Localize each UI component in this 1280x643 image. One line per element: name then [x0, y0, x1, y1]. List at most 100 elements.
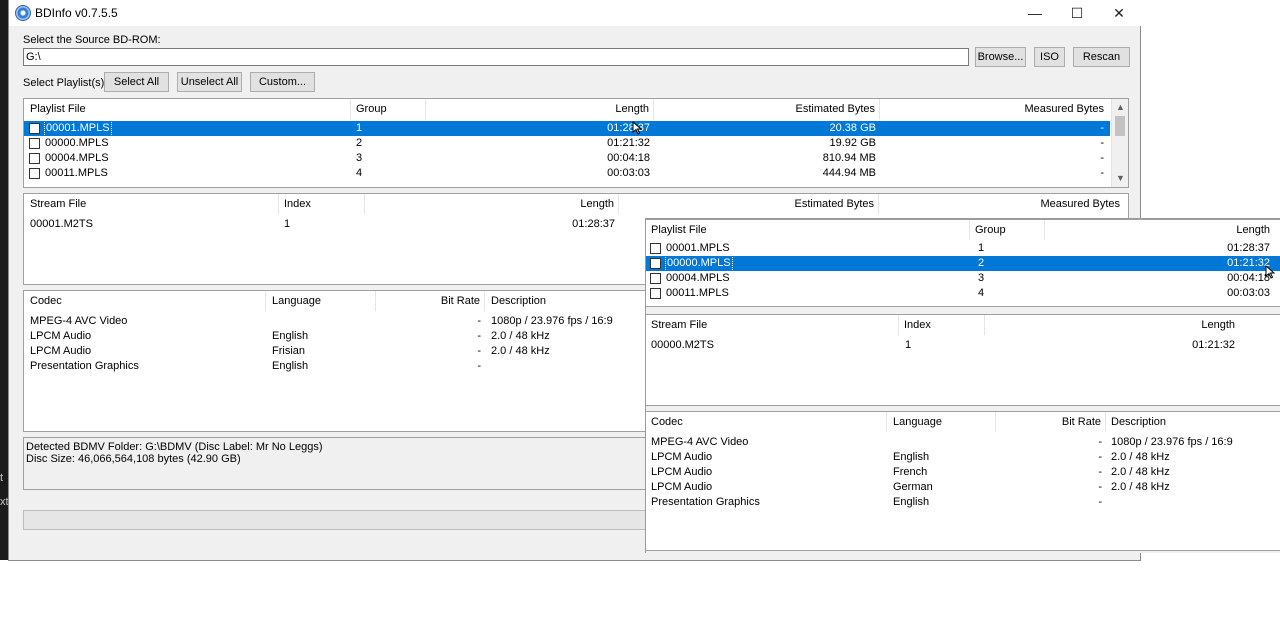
- col-bit-rate[interactable]: Bit Rate: [996, 412, 1106, 432]
- cursor-icon: [1265, 265, 1275, 279]
- cell-length: 01:28:37: [607, 122, 650, 134]
- col-codec[interactable]: Codec: [646, 412, 887, 432]
- cell-bitrate: -: [477, 345, 481, 357]
- cell-language: English: [893, 496, 930, 508]
- cell-codec: MPEG-4 AVC Video: [30, 315, 128, 327]
- table-row[interactable]: MPEG-4 AVC Video - 1080p / 23.976 fps / …: [646, 435, 1280, 450]
- table-row[interactable]: LPCM Audio English - 2.0 / 48 kHz: [646, 450, 1280, 465]
- row-checkbox[interactable]: [650, 243, 661, 254]
- cell-file: 00004.MPLS: [45, 152, 109, 164]
- select-all-button[interactable]: Select All: [104, 72, 169, 92]
- table-row[interactable]: 00000.MPLS 2 01:21:32 19.92 GB -: [24, 136, 1110, 151]
- close-button[interactable]: ✕: [1098, 0, 1140, 26]
- col-estimated-bytes[interactable]: Estimated Bytes: [654, 99, 880, 119]
- maximize-button[interactable]: ☐: [1056, 0, 1098, 26]
- cell-length: 01:21:32: [607, 137, 650, 149]
- custom-button[interactable]: Custom...: [250, 72, 315, 92]
- cell-description: 2.0 / 48 kHz: [1111, 466, 1170, 478]
- cell-length: 01:21:32: [1192, 339, 1235, 351]
- edge-label: t: [0, 472, 4, 484]
- cell-file: 00000.M2TS: [651, 339, 714, 351]
- col-playlist-file[interactable]: Playlist File: [646, 220, 970, 240]
- row-checkbox[interactable]: [650, 273, 661, 284]
- cell-file: 00011.MPLS: [45, 167, 108, 179]
- table-row[interactable]: LPCM Audio German - 2.0 / 48 kHz: [646, 480, 1280, 495]
- col-description[interactable]: Description: [1106, 412, 1276, 432]
- cell-est: 20.38 GB: [829, 122, 876, 134]
- cell-bitrate: -: [1098, 496, 1102, 508]
- rescan-button[interactable]: Rescan: [1073, 47, 1130, 67]
- cell-group: 2: [978, 257, 985, 269]
- col-language[interactable]: Language: [887, 412, 996, 432]
- row-checkbox[interactable]: [29, 153, 40, 164]
- minimize-button[interactable]: —: [1014, 0, 1056, 26]
- col-stream-file[interactable]: Stream File: [646, 315, 899, 335]
- table-row[interactable]: 00011.MPLS 4 00:03:03: [646, 286, 1280, 301]
- col-length[interactable]: Length: [365, 194, 619, 214]
- overlay-stream-table: Stream File Index Length 00000.M2TS 1 01…: [646, 314, 1280, 406]
- overlay-codec-table: Codec Language Bit Rate Description MPEG…: [646, 411, 1280, 551]
- table-row[interactable]: Presentation Graphics English -: [646, 495, 1280, 510]
- cell-file: 00001.MPLS: [44, 120, 112, 137]
- row-checkbox[interactable]: [29, 138, 40, 149]
- row-checkbox[interactable]: [29, 123, 40, 134]
- table-row[interactable]: 00001.MPLS 1 01:28:37 20.38 GB -: [24, 120, 1110, 137]
- cell-language: French: [893, 466, 928, 478]
- scroll-down-icon[interactable]: ▼: [1112, 170, 1128, 187]
- cursor-icon: [632, 121, 642, 135]
- unselect-all-button[interactable]: Unselect All: [177, 72, 242, 92]
- table-row[interactable]: 00001.MPLS 1 01:28:37: [646, 241, 1280, 256]
- iso-button[interactable]: ISO: [1034, 47, 1065, 67]
- cell-bitrate: -: [477, 330, 481, 342]
- playlist-scrollbar[interactable]: ▲ ▼: [1111, 99, 1128, 187]
- cell-meas: -: [1100, 152, 1104, 164]
- col-group[interactable]: Group: [970, 220, 1045, 240]
- col-bit-rate[interactable]: Bit Rate: [376, 291, 485, 311]
- cell-est: 444.94 MB: [822, 167, 876, 179]
- cell-codec: Presentation Graphics: [30, 360, 139, 372]
- cell-est: 810.94 MB: [822, 152, 876, 164]
- col-codec[interactable]: Codec: [24, 291, 266, 311]
- cell-description: 1080p / 23.976 fps / 16:9: [1111, 436, 1233, 448]
- cell-description: 1080p / 23.976 fps / 16:9: [491, 315, 613, 327]
- col-index[interactable]: Index: [279, 194, 365, 214]
- row-checkbox[interactable]: [29, 168, 40, 179]
- col-index[interactable]: Index: [899, 315, 985, 335]
- cell-description: 2.0 / 48 kHz: [491, 345, 550, 357]
- table-row[interactable]: 00000.MPLS 2 01:21:32: [646, 255, 1280, 272]
- scroll-thumb[interactable]: [1115, 116, 1125, 136]
- col-stream-file[interactable]: Stream File: [24, 194, 279, 214]
- table-row[interactable]: LPCM Audio French - 2.0 / 48 kHz: [646, 465, 1280, 480]
- table-row[interactable]: 00004.MPLS 3 00:04:18: [646, 271, 1280, 286]
- title-bar[interactable]: BDInfo v0.7.5.5 — ☐ ✕: [9, 0, 1142, 26]
- col-measured-bytes[interactable]: Measured Bytes: [879, 194, 1124, 214]
- cell-codec: Presentation Graphics: [651, 496, 760, 508]
- cell-group: 3: [978, 272, 985, 284]
- col-length[interactable]: Length: [985, 315, 1239, 335]
- col-language[interactable]: Language: [266, 291, 376, 311]
- cell-file: 00000.MPLS: [665, 255, 733, 272]
- cell-bitrate: -: [477, 315, 481, 327]
- source-path-input[interactable]: G:\: [23, 48, 969, 66]
- cell-meas: -: [1100, 137, 1104, 149]
- col-length[interactable]: Length: [426, 99, 654, 119]
- table-row[interactable]: 00000.M2TS 1 01:21:32: [646, 338, 1280, 353]
- row-checkbox[interactable]: [650, 288, 661, 299]
- cell-file: 00001.MPLS: [666, 242, 730, 254]
- col-estimated-bytes[interactable]: Estimated Bytes: [619, 194, 879, 214]
- scroll-up-icon[interactable]: ▲: [1112, 99, 1128, 116]
- browse-button[interactable]: Browse...: [975, 47, 1026, 67]
- cell-length: 01:21:32: [1227, 257, 1270, 269]
- col-group[interactable]: Group: [351, 99, 426, 119]
- cell-group: 1: [978, 242, 985, 254]
- col-length[interactable]: Length: [1045, 220, 1270, 240]
- cell-codec: LPCM Audio: [30, 330, 92, 342]
- cell-language: German: [893, 481, 933, 493]
- table-row[interactable]: 00011.MPLS 4 00:03:03 444.94 MB -: [24, 166, 1110, 181]
- col-measured-bytes[interactable]: Measured Bytes: [880, 99, 1108, 119]
- row-checkbox[interactable]: [650, 258, 661, 269]
- table-row[interactable]: 00004.MPLS 3 00:04:18 810.94 MB -: [24, 151, 1110, 166]
- col-playlist-file[interactable]: Playlist File: [24, 99, 351, 119]
- cell-meas: -: [1100, 122, 1104, 134]
- overlay-playlist-table: Playlist File Group Length 00001.MPLS 1 …: [646, 219, 1280, 307]
